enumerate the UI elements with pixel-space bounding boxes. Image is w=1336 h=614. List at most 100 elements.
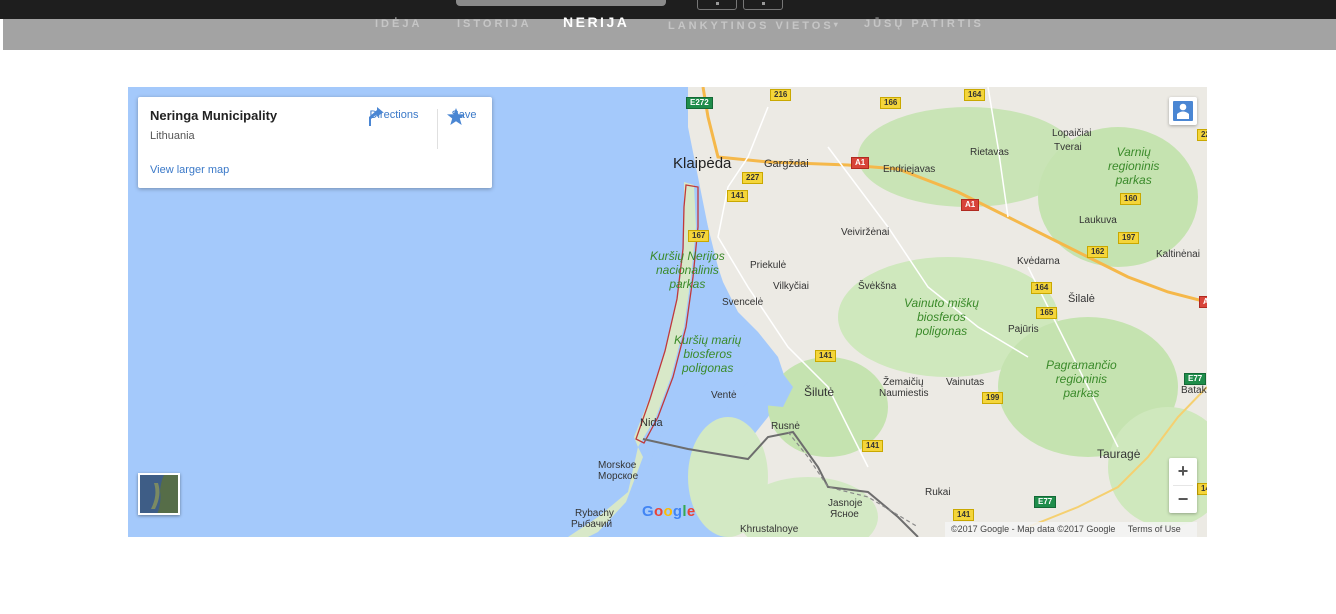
label-tverai: Tverai [1054, 142, 1082, 153]
label-vente: Ventė [711, 390, 737, 401]
place-info-card: Neringa Municipality Lithuania Direction… [138, 97, 492, 188]
label-vainutas: Vainutas [946, 377, 985, 388]
place-country: Lithuania [150, 130, 195, 142]
view-larger-map-link[interactable]: View larger map [150, 164, 229, 176]
park-line: Vainuto miškų [904, 296, 979, 310]
satellite-thumbnail-icon [140, 475, 178, 513]
label-jasnoje: Jasnoje [828, 498, 863, 509]
label-veivirzenai: Veiviržėnai [841, 227, 890, 238]
label-pajuris: Pajūris [1008, 324, 1039, 335]
star-icon [447, 108, 465, 125]
terms-of-use-link[interactable]: Terms of Use [1128, 524, 1181, 534]
button-icon [762, 2, 765, 5]
label-varniu-park: Varnių regioninis parkas [1108, 145, 1159, 187]
park-line: regioninis [1108, 159, 1160, 173]
label-priekule: Priekulė [750, 260, 787, 271]
label-kaltinenai: Kaltinėnai [1156, 249, 1200, 260]
pegman-icon [1173, 101, 1193, 121]
satellite-toggle[interactable] [138, 473, 180, 515]
road-shield-166: 166 [880, 97, 902, 109]
nav-item-ideja[interactable]: IDĖJA [375, 19, 422, 30]
road-shield-164: 164 [1031, 282, 1053, 294]
label-silale: Šilalė [1068, 293, 1095, 305]
park-line: poligonas [915, 324, 968, 338]
label-batak: Batak [1181, 385, 1207, 396]
label-nida: Nida [640, 417, 663, 429]
main-navbar: IDĖJA ISTORIJA NERIJA LANKYTINOS VIETOS▾… [3, 15, 1336, 50]
road-shield-141: 141 [862, 440, 884, 452]
top-button-1[interactable] [697, 0, 737, 10]
road-shield-160: 160 [1120, 193, 1142, 205]
top-button-2[interactable] [743, 0, 783, 10]
label-laukuva: Laukuva [1079, 215, 1117, 226]
park-line: Varnių [1116, 145, 1151, 159]
label-kvedarna: Kvėdarna [1017, 256, 1060, 267]
label-svencele: Svencelė [722, 297, 764, 308]
zoom-out-button[interactable]: − [1169, 486, 1197, 513]
caret-down-icon: ▾ [833, 20, 838, 29]
search-box[interactable] [456, 0, 666, 6]
label-zemaiciu: Žemaičių [883, 377, 924, 388]
park-line: parkas [669, 277, 706, 291]
park-line: Pagramančio [1046, 358, 1117, 372]
road-shield-197: 197 [1118, 232, 1140, 244]
park-line: biosferos [683, 347, 733, 361]
label-taurage: Tauragė [1097, 447, 1141, 461]
label-morskoe: Morskoe [598, 460, 637, 471]
button-icon [716, 2, 719, 5]
label-pagramancio-park: Pagramančio regioninis parkas [1046, 358, 1117, 400]
park-line: Kuršių Nerijos [650, 249, 725, 263]
top-bar [0, 0, 1336, 19]
label-naumiestis: Naumiestis [879, 388, 929, 399]
park-line: biosferos [917, 310, 966, 324]
street-view-pegman[interactable] [1169, 97, 1197, 125]
road-shield-164: 164 [964, 89, 986, 101]
label-silute: Šilutė [804, 385, 835, 399]
park-line: parkas [1063, 386, 1100, 400]
nav-item-lankytinos-vietos[interactable]: LANKYTINOS VIETOS▾ [668, 19, 838, 32]
park-line: poligonas [681, 361, 734, 375]
road-shield-216: 216 [770, 89, 792, 101]
label-rybachy: Rybachy [575, 508, 614, 519]
road-shield-a: A [1199, 296, 1207, 308]
road-shield-141: 141 [815, 350, 837, 362]
road-shield-162: 162 [1087, 246, 1109, 258]
road-shield-22: 22 [1197, 129, 1207, 141]
road-shield-141: 141 [727, 190, 749, 202]
label-gargzdai: Gargždai [764, 158, 809, 170]
road-shield-a1: A1 [851, 157, 870, 169]
road-shield-165: 165 [1036, 307, 1058, 319]
directions-icon [369, 107, 383, 126]
directions-button[interactable]: Directions [366, 107, 422, 126]
road-shield-e77: E77 [1184, 373, 1207, 385]
park-line: regioninis [1055, 372, 1108, 386]
place-name: Neringa Municipality [150, 108, 278, 123]
road-shield-e77: E77 [1034, 496, 1057, 508]
label-endriejavas: Endriejavas [883, 164, 936, 175]
park-line: nacionalinis [655, 263, 719, 277]
road-shield-141: 141 [953, 509, 975, 521]
park-line: Kuršių marių [674, 333, 742, 347]
road-shield-a1: A1 [961, 199, 980, 211]
nav-item-jusu-patirtis[interactable]: JŪSŲ PATIRTIS [864, 19, 984, 30]
zoom-control: + − [1169, 458, 1197, 513]
save-button[interactable]: Save [446, 107, 482, 125]
road-shield-199: 199 [982, 392, 1004, 404]
google-map[interactable]: Klaipėda Gargždai Endriejavas Rietavas L… [128, 87, 1207, 537]
road-shield-e272: E272 [686, 97, 713, 109]
attribution-text: ©2017 Google - Map data ©2017 Google [951, 524, 1116, 534]
road-shield-167: 167 [688, 230, 710, 242]
label-khrustalnoye: Khrustalnoye [740, 524, 799, 535]
google-logo: Google [642, 503, 696, 520]
label-morskoe-ru: Морское [598, 471, 639, 482]
nav-item-istorija[interactable]: ISTORIJA [457, 19, 532, 30]
zoom-in-button[interactable]: + [1169, 458, 1197, 485]
road-shield-227: 227 [742, 172, 764, 184]
nav-item-nerija[interactable]: NERIJA [563, 15, 629, 29]
label-rukai: Rukai [925, 487, 951, 498]
label-rietavas: Rietavas [970, 147, 1009, 158]
label-klaipeda: Klaipėda [673, 155, 732, 172]
label-kursiu-mariu: Kuršių marių biosferos poligonas [674, 333, 741, 375]
label-sveksna: Švėkšna [858, 281, 897, 292]
park-line: parkas [1115, 173, 1152, 187]
